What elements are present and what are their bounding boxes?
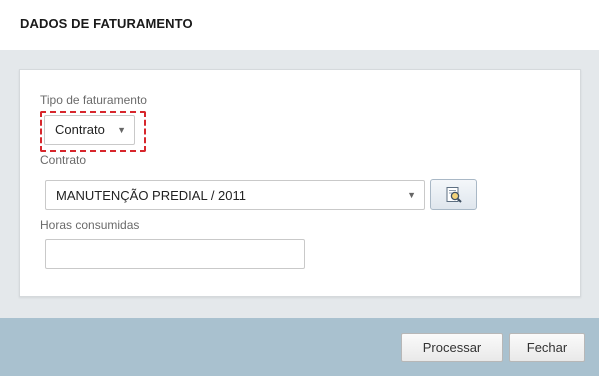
fechar-button[interactable]: Fechar: [509, 333, 585, 362]
form-card: Tipo de faturamento Contrato ▼ Contrato …: [19, 69, 581, 297]
tipo-faturamento-value: Contrato: [55, 122, 105, 137]
processar-button[interactable]: Processar: [401, 333, 503, 362]
tipo-faturamento-select[interactable]: Contrato ▼: [44, 115, 135, 145]
dialog-title: DADOS DE FATURAMENTO: [20, 16, 193, 31]
horas-consumidas-input[interactable]: [45, 239, 305, 269]
tipo-faturamento-label: Tipo de faturamento: [40, 93, 147, 107]
chevron-down-icon: ▼: [117, 125, 126, 135]
dialog-footer: Processar Fechar: [0, 318, 599, 376]
contrato-label: Contrato: [40, 153, 87, 167]
chevron-down-icon: ▼: [407, 190, 416, 200]
dialog-header: DADOS DE FATURAMENTO: [0, 0, 599, 50]
contrato-select[interactable]: MANUTENÇÃO PREDIAL / 2011 ▼: [45, 180, 425, 210]
dialog-body: Tipo de faturamento Contrato ▼ Contrato …: [0, 50, 599, 318]
contrato-lookup-button[interactable]: [430, 179, 477, 210]
contrato-value: MANUTENÇÃO PREDIAL / 2011: [56, 188, 246, 203]
search-document-icon: [446, 186, 462, 203]
horas-consumidas-label: Horas consumidas: [40, 218, 140, 232]
